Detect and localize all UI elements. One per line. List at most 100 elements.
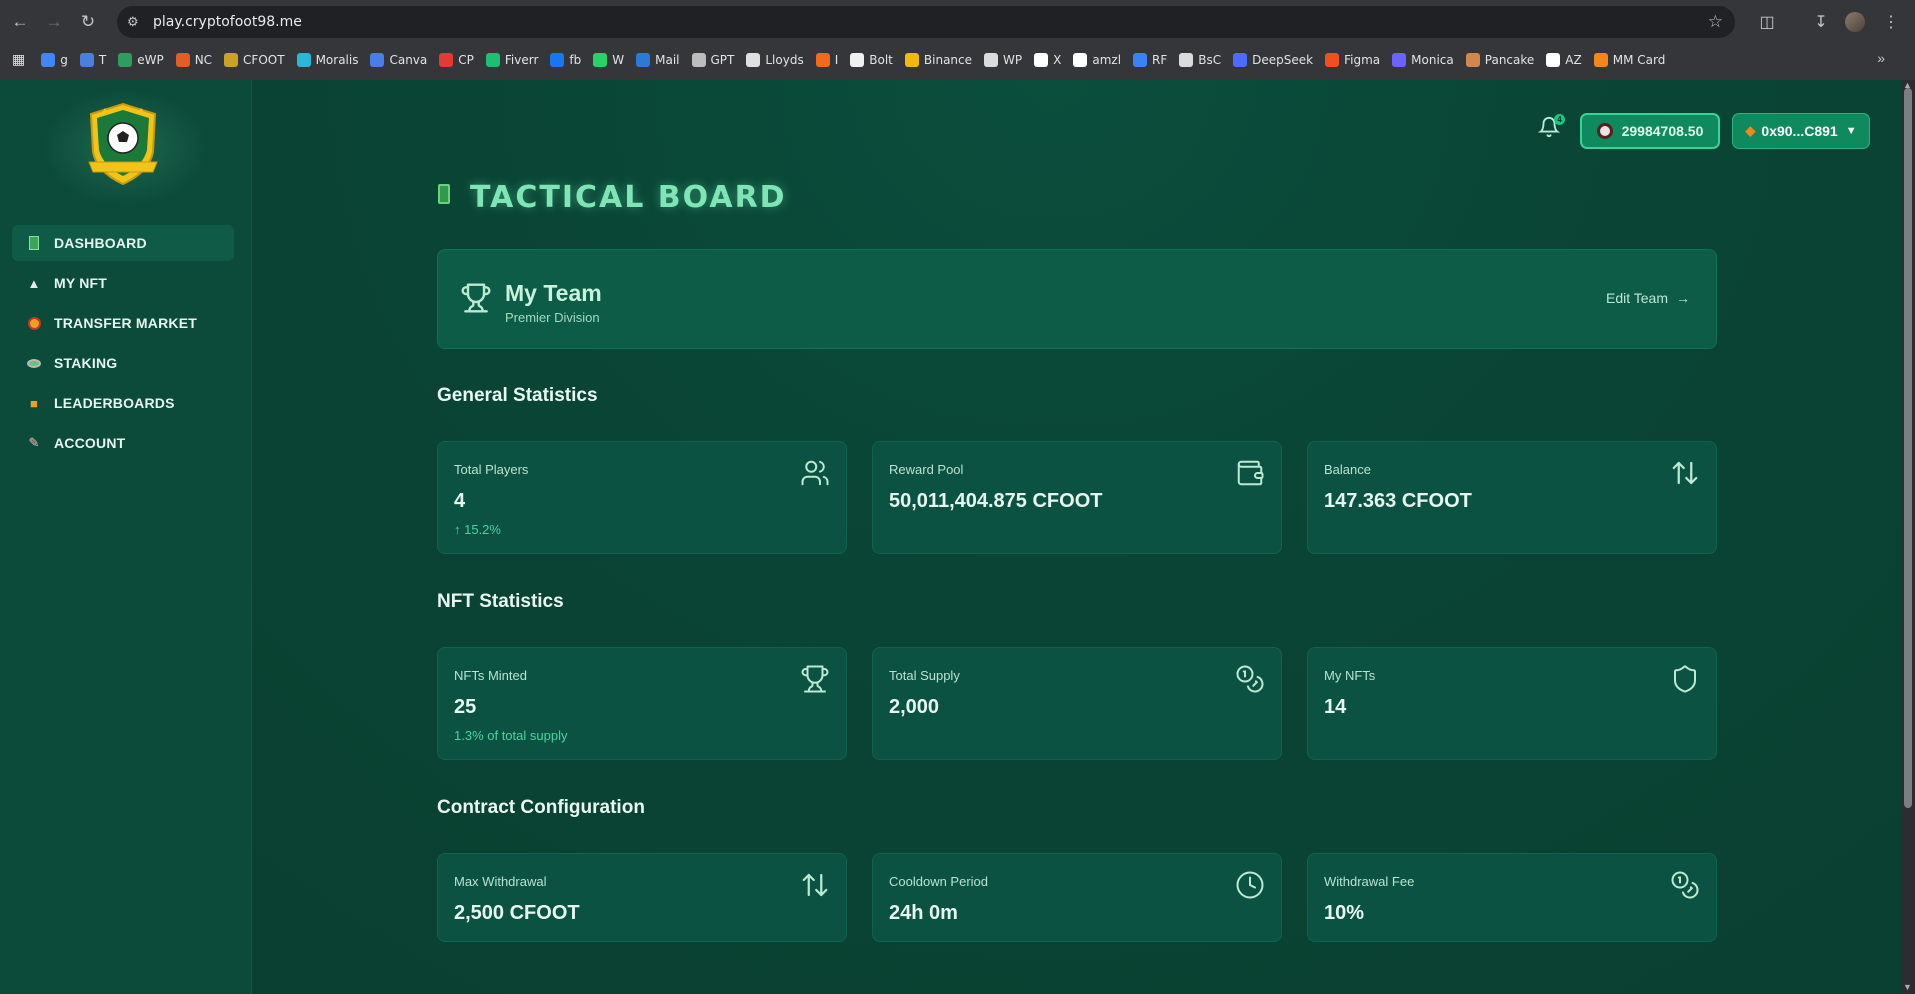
sidebar-item-label: DASHBOARD bbox=[54, 235, 147, 251]
bookmark-item[interactable]: g bbox=[41, 53, 68, 67]
bookmark-item[interactable]: CFOOT bbox=[224, 53, 285, 67]
bookmark-favicon-icon bbox=[815, 53, 830, 67]
stat-card-total-supply: Total Supply 2,000 bbox=[872, 647, 1282, 760]
bookmark-favicon-icon bbox=[296, 53, 311, 67]
bookmark-star-icon[interactable]: ☆ bbox=[1708, 12, 1723, 32]
scroll-down-icon[interactable]: ▼ bbox=[1903, 982, 1912, 992]
bookmark-label: RF bbox=[1152, 53, 1168, 67]
balance-button[interactable]: 29984708.50 bbox=[1580, 113, 1720, 149]
team-card: My Team Premier Division Edit Team → bbox=[437, 249, 1717, 349]
chevron-down-icon: ▼ bbox=[1845, 125, 1857, 137]
team-division: Premier Division bbox=[505, 310, 600, 325]
clock-icon bbox=[1236, 871, 1264, 899]
bookmark-label: Mail bbox=[655, 53, 680, 67]
sidebar-item-my-nft[interactable]: ▲ MY NFT bbox=[12, 265, 234, 301]
bookmark-favicon-icon bbox=[439, 53, 454, 67]
scrollbar-thumb[interactable] bbox=[1904, 88, 1912, 808]
bookmark-item[interactable]: Canva bbox=[370, 53, 427, 67]
bookmark-favicon-icon bbox=[1233, 53, 1248, 67]
bookmark-item[interactable]: Bolt bbox=[850, 53, 893, 67]
bookmark-item[interactable]: Lloyds bbox=[746, 53, 804, 67]
ball-icon bbox=[26, 315, 42, 331]
bookmark-item[interactable]: DeepSeek bbox=[1233, 53, 1313, 67]
wallet-button[interactable]: ◆ 0x90...C891 ▼ bbox=[1732, 113, 1870, 149]
page-scrollbar[interactable]: ▲ ▼ bbox=[1901, 80, 1915, 994]
balance-value: 29984708.50 bbox=[1621, 123, 1704, 139]
bookmark-label: MM Card bbox=[1612, 53, 1666, 67]
bookmark-favicon-icon bbox=[850, 53, 865, 67]
bookmark-item[interactable]: Figma bbox=[1325, 53, 1380, 67]
sidebar-item-account[interactable]: ✎ ACCOUNT bbox=[12, 425, 234, 461]
download-icon[interactable]: ↧ bbox=[1808, 9, 1834, 35]
section-title-contract: Contract Configuration bbox=[437, 797, 645, 818]
notification-count-badge: 4 bbox=[1554, 114, 1565, 125]
bookmark-label: W bbox=[612, 53, 625, 67]
bookmark-item[interactable]: W bbox=[593, 53, 624, 67]
bookmark-item[interactable]: WP bbox=[984, 53, 1022, 67]
section-title-nft: NFT Statistics bbox=[437, 591, 564, 612]
sidebar-item-label: STAKING bbox=[54, 355, 118, 371]
bookmark-item[interactable]: amzl bbox=[1073, 53, 1121, 67]
bookmark-item[interactable]: Pancake bbox=[1465, 53, 1534, 67]
sidebar-item-dashboard[interactable]: DASHBOARD bbox=[12, 225, 234, 261]
sidebar-item-leaderboards[interactable]: ■ LEADERBOARDS bbox=[12, 385, 234, 421]
url-text[interactable]: play.cryptofoot98.me bbox=[153, 14, 302, 30]
bookmark-item[interactable]: RF bbox=[1133, 53, 1167, 67]
bookmark-label: Fiverr bbox=[504, 53, 539, 67]
bookmark-favicon-icon bbox=[1325, 53, 1340, 67]
sidebar-item-transfer-market[interactable]: TRANSFER MARKET bbox=[12, 305, 234, 341]
bookmark-item[interactable]: Fiverr bbox=[485, 53, 539, 67]
arrow-right-icon: → bbox=[1676, 290, 1690, 306]
profile-avatar[interactable] bbox=[1842, 9, 1868, 35]
bookmark-item[interactable]: BsC bbox=[1179, 53, 1221, 67]
bookmark-item[interactable]: Moralis bbox=[296, 53, 358, 67]
sidebar-item-label: ACCOUNT bbox=[54, 435, 126, 451]
extensions-icon[interactable]: ◫ bbox=[1754, 9, 1780, 35]
bookmark-item[interactable]: eWP bbox=[118, 53, 164, 67]
apps-grid-icon[interactable]: ▦ bbox=[12, 52, 25, 68]
stat-label: My NFTs bbox=[1324, 668, 1376, 683]
bookmarks-bar: ▦ g TeWP NC CFOOT Moralis Canva CP Fiverr fb W Mai… bbox=[0, 46, 1915, 74]
bookmarks-overflow-icon[interactable]: » bbox=[1877, 50, 1885, 66]
page-title-row: TACTICAL BOARD bbox=[438, 180, 787, 215]
bookmark-label: DeepSeek bbox=[1252, 53, 1314, 67]
stat-value: 25 bbox=[454, 696, 477, 718]
bookmark-item[interactable]: MM Card bbox=[1593, 53, 1666, 67]
site-settings-icon[interactable]: ⚙ bbox=[127, 14, 149, 30]
forward-button[interactable]: → bbox=[40, 8, 68, 36]
bookmark-item[interactable]: Mail bbox=[636, 53, 680, 67]
bookmark-item[interactable]: CP bbox=[439, 53, 474, 67]
bookmark-item[interactable]: GPT bbox=[691, 53, 734, 67]
arrows-up-down-icon bbox=[802, 873, 828, 897]
bookmark-label: WP bbox=[1003, 53, 1023, 67]
bookmark-favicon-icon bbox=[593, 53, 608, 67]
bookmark-item[interactable]: fb bbox=[550, 53, 581, 67]
edit-team-label: Edit Team bbox=[1606, 290, 1668, 306]
bookmark-label: CP bbox=[458, 53, 474, 67]
shirt-icon: ▲ bbox=[27, 275, 41, 291]
bookmark-item[interactable]: I bbox=[815, 53, 838, 67]
sidebar-item-staking[interactable]: STAKING bbox=[12, 345, 234, 381]
bookmark-item[interactable]: Monica bbox=[1392, 53, 1454, 67]
users-icon bbox=[801, 460, 829, 486]
bookmark-favicon-icon bbox=[1465, 53, 1480, 67]
stat-card-my-nfts: My NFTs 14 bbox=[1307, 647, 1717, 760]
sidebar-item-label: MY NFT bbox=[54, 275, 108, 291]
bookmark-favicon-icon bbox=[636, 53, 651, 67]
bookmark-item[interactable]: T bbox=[79, 53, 106, 67]
cryptofoot-logo[interactable] bbox=[83, 100, 163, 188]
stat-card-total-players: Total Players 4 ↑ 15.2% bbox=[437, 441, 847, 554]
bookmark-item[interactable]: AZ bbox=[1546, 53, 1582, 67]
edit-team-link[interactable]: Edit Team → bbox=[1606, 290, 1690, 306]
team-name: My Team bbox=[505, 280, 602, 306]
coins-icon bbox=[1236, 665, 1264, 693]
address-bar[interactable]: ⚙ play.cryptofoot98.me ☆ bbox=[117, 6, 1735, 38]
back-button[interactable]: ← bbox=[6, 8, 34, 36]
reload-button[interactable]: ↻ bbox=[74, 8, 102, 36]
bookmark-item[interactable]: NC bbox=[175, 53, 212, 67]
browser-menu-icon[interactable]: ⋮ bbox=[1878, 9, 1904, 35]
stat-value: 2,000 bbox=[889, 696, 940, 718]
bookmark-label: X bbox=[1053, 53, 1062, 67]
bookmark-item[interactable]: X bbox=[1034, 53, 1061, 67]
bookmark-item[interactable]: Binance bbox=[904, 53, 972, 67]
